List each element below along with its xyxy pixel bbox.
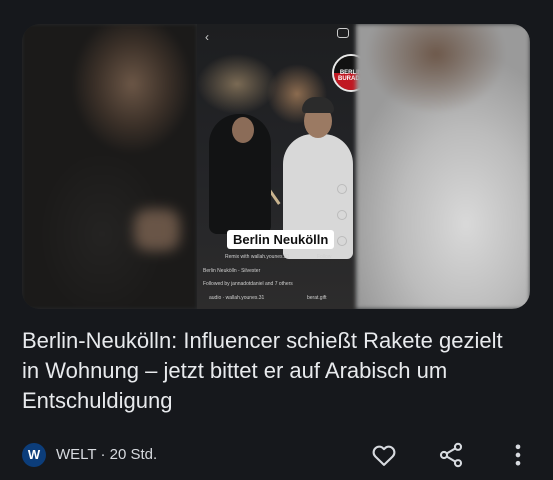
blurred-hand	[134, 209, 180, 251]
publisher-meta: WELT · 20 Std.	[56, 446, 158, 463]
followed-by-text: Followed by jannadotdaniel and 7 others	[203, 281, 293, 287]
article-title[interactable]: Berlin-Neukölln: Influencer schießt Rake…	[22, 326, 522, 416]
publisher-logo[interactable]: W	[22, 443, 46, 467]
article-thumbnail[interactable]: ‹ BERLIN BURADA Berlin Neukölln Remix wi…	[22, 24, 530, 309]
heart-icon[interactable]	[370, 441, 398, 469]
person-right-beanie	[302, 97, 334, 113]
remix-text: Remix with wallah.younes.31	[225, 254, 290, 260]
location-overlay-label: Berlin Neukölln	[227, 230, 335, 249]
news-card[interactable]: ‹ BERLIN BURADA Berlin Neukölln Remix wi…	[0, 0, 553, 480]
reel-like-icon	[337, 184, 347, 194]
reel-side-actions	[337, 184, 349, 262]
more-vertical-icon[interactable]	[504, 441, 532, 469]
person-left-head	[232, 117, 254, 143]
reel-share-icon	[337, 236, 347, 246]
location-text: berat.gift	[307, 295, 327, 301]
follow-label: Follow	[317, 254, 332, 260]
thumbnail-blur-left	[22, 24, 197, 309]
thumbnail-blur-right	[356, 24, 530, 309]
back-arrow-icon: ‹	[205, 30, 209, 44]
reel-caption: Berlin Neukölln - Silvester	[203, 268, 261, 274]
thumbnail-video-frame: ‹ BERLIN BURADA Berlin Neukölln Remix wi…	[197, 24, 370, 309]
share-icon[interactable]	[437, 441, 465, 469]
article-footer: W WELT · 20 Std.	[22, 441, 534, 469]
audio-text: audio · wallah.younes.31	[209, 295, 265, 301]
reel-comment-icon	[337, 210, 347, 220]
camera-icon	[337, 28, 349, 38]
